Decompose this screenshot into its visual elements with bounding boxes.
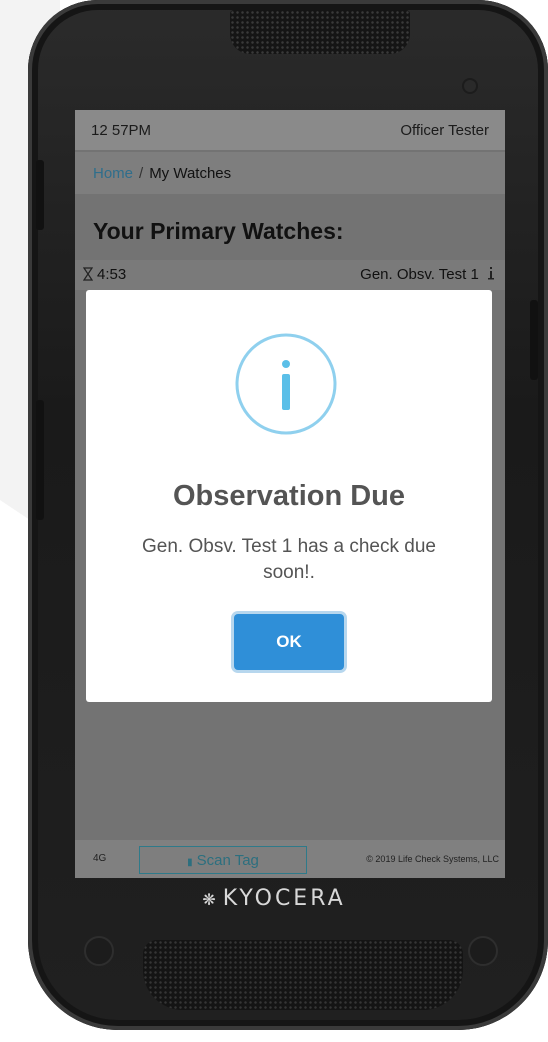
device-brand: ❋ KYOCERA xyxy=(0,886,548,911)
observation-due-dialog: Observation Due Gen. Obsv. Test 1 has a … xyxy=(86,290,492,702)
side-button-power xyxy=(530,300,538,380)
watch-row[interactable]: 4:53 Gen. Obsv. Test 1 xyxy=(75,260,505,290)
watch-name-label: Gen. Obsv. Test 1 xyxy=(360,266,479,283)
side-button-volume xyxy=(36,400,44,520)
kyocera-logo-icon: ❋ xyxy=(202,890,219,909)
page-title: Your Primary Watches: xyxy=(93,218,344,244)
earpiece-speaker xyxy=(230,10,410,54)
info-circle-icon xyxy=(235,333,337,435)
status-time: 12 57PM xyxy=(91,122,152,139)
screw-right xyxy=(468,936,498,966)
breadcrumb-separator: / xyxy=(139,165,144,182)
status-user[interactable]: Officer Tester xyxy=(400,122,489,139)
watch-timer-value: 4:53 xyxy=(97,266,127,283)
device-brand-label: KYOCERA xyxy=(222,886,346,911)
side-button-top xyxy=(36,160,44,230)
scan-tag-label: Scan Tag xyxy=(196,851,259,869)
status-bar: 12 57PM Officer Tester xyxy=(75,110,505,150)
breadcrumb-home-link[interactable]: Home xyxy=(93,165,133,182)
breadcrumb-current: My Watches xyxy=(149,165,232,182)
tag-icon: ▮ xyxy=(187,856,193,868)
breadcrumb: Home / My Watches xyxy=(75,152,505,194)
dialog-title: Observation Due xyxy=(172,480,406,512)
front-camera xyxy=(464,80,476,92)
hourglass-icon xyxy=(82,267,94,281)
dialog-message: Gen. Obsv. Test 1 has a check due soon!. xyxy=(142,536,436,583)
network-indicator: 4G xyxy=(93,853,107,864)
ok-button[interactable]: OK xyxy=(234,614,344,670)
watch-timer: 4:53 xyxy=(82,266,127,283)
app-screen: 12 57PM Officer Tester Home / My Watches Y… xyxy=(75,110,505,878)
screw-left xyxy=(84,936,114,966)
copyright-text: © 2019 Life Check Systems, LLC xyxy=(366,854,499,864)
scan-tag-button[interactable]: ▮ Scan Tag xyxy=(139,846,307,874)
bottom-bar: 4G ▮ Scan Tag © 2019 Life Check Systems, … xyxy=(75,840,505,878)
watch-name: Gen. Obsv. Test 1 xyxy=(360,266,495,283)
info-icon[interactable] xyxy=(487,266,495,280)
bottom-speaker-grill xyxy=(143,940,463,1010)
